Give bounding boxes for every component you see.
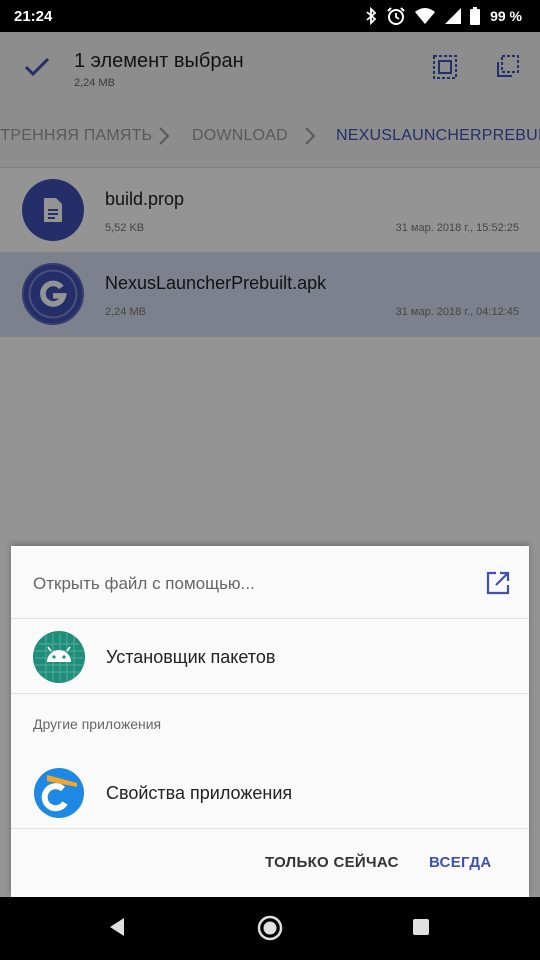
other-apps-label: Другие приложения (33, 716, 162, 732)
always-button[interactable]: ВСЕГДА (429, 854, 492, 871)
recents-icon[interactable] (412, 918, 430, 941)
open-with-sheet: Открыть файл с помощью... Установщик пак… (11, 546, 529, 897)
battery-percent: 99 % (490, 8, 522, 24)
divider (11, 693, 529, 694)
bluetooth-icon (364, 7, 378, 25)
app-option-app-properties[interactable]: Свойства приложения (11, 756, 529, 830)
status-time: 21:24 (14, 7, 53, 25)
wifi-icon (414, 7, 436, 25)
app-option-package-installer[interactable]: Установщик пакетов (11, 620, 529, 694)
app-properties-icon (33, 767, 85, 819)
divider (11, 828, 529, 829)
open-in-new-icon[interactable] (485, 570, 511, 601)
signal-icon (444, 7, 462, 25)
home-icon[interactable] (256, 914, 284, 947)
battery-icon (470, 7, 481, 25)
back-icon[interactable] (107, 915, 127, 944)
alarm-icon (386, 6, 406, 26)
navigation-bar (0, 897, 540, 960)
status-icons: 99 % (364, 6, 522, 26)
just-once-button[interactable]: ТОЛЬКО СЕЙЧАС (265, 854, 399, 871)
sheet-title: Открыть файл с помощью... (33, 574, 255, 593)
app-label: Свойства приложения (106, 783, 293, 803)
status-bar: 21:24 99 % (0, 0, 540, 32)
android-installer-icon (33, 631, 85, 683)
app-label: Установщик пакетов (106, 647, 276, 667)
sheet-header: Открыть файл с помощью... (11, 546, 529, 619)
